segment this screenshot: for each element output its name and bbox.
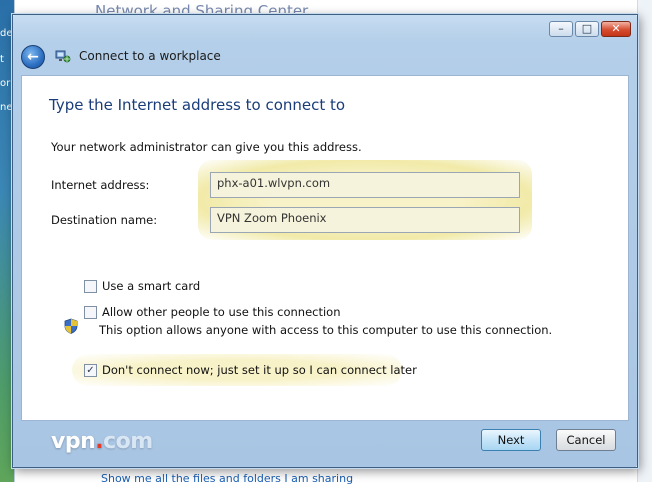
background-scroll-strip (637, 0, 652, 482)
smart-card-option[interactable]: Use a smart card (84, 279, 200, 293)
connect-workplace-dialog: – □ ✕ ← Connect to a workplace Type the … (12, 14, 638, 468)
background-text-fragment: ne (0, 102, 13, 113)
minimize-button[interactable]: – (549, 21, 573, 37)
admin-hint-text: Your network administrator can give you … (51, 140, 362, 154)
smart-card-label: Use a smart card (102, 279, 201, 293)
background-text-fragment: t (0, 54, 4, 65)
uac-shield-icon (64, 318, 78, 334)
allow-others-checkbox[interactable] (84, 306, 97, 319)
wizard-content: Type the Internet address to connect to … (21, 75, 629, 421)
logo-com-text: com (103, 429, 153, 454)
vpn-com-logo: vpn.com (51, 429, 153, 454)
background-text-fragment: or (0, 78, 11, 89)
smart-card-checkbox[interactable] (84, 280, 97, 293)
dialog-title: Connect to a workplace (79, 49, 221, 63)
allow-others-label: Allow other people to use this connectio… (102, 305, 341, 319)
internet-address-label: Internet address: (51, 178, 150, 192)
maximize-button[interactable]: □ (575, 21, 599, 37)
caption-buttons: – □ ✕ (549, 21, 631, 37)
cancel-button[interactable]: Cancel (556, 429, 616, 451)
allow-others-option[interactable]: Allow other people to use this connectio… (84, 305, 341, 319)
dont-connect-option[interactable]: ✓ Don't connect now; just set it up so I… (84, 363, 417, 377)
logo-vpn-text: vpn (51, 429, 96, 454)
workplace-network-icon (55, 50, 71, 63)
background-sharing-link[interactable]: Show me all the files and folders I am s… (101, 472, 353, 485)
logo-dot-text: . (95, 429, 104, 454)
back-arrow-icon[interactable]: ← (21, 45, 45, 69)
internet-address-input[interactable]: phx-a01.wlvpn.com (210, 172, 520, 198)
dont-connect-label: Don't connect now; just set it up so I c… (102, 363, 417, 377)
destination-name-input[interactable]: VPN Zoom Phoenix (210, 207, 520, 233)
dont-connect-checkbox[interactable]: ✓ (84, 364, 97, 377)
close-button[interactable]: ✕ (601, 21, 631, 37)
page-heading: Type the Internet address to connect to (49, 96, 346, 114)
background-text-fragment: de (0, 28, 13, 39)
next-button[interactable]: Next (481, 429, 541, 451)
destination-name-label: Destination name: (51, 213, 158, 227)
allow-others-description: This option allows anyone with access to… (99, 323, 553, 337)
